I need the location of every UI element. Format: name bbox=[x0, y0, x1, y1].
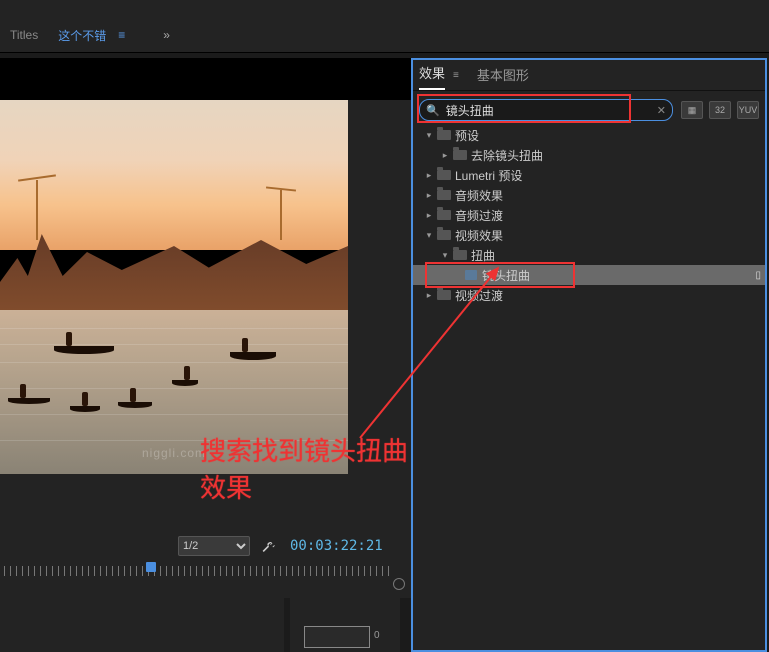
folder-icon bbox=[437, 210, 451, 220]
tab-overflow-icon[interactable]: » bbox=[163, 28, 170, 42]
annotation-text: 搜索找到镜头扭曲效果 bbox=[200, 431, 411, 505]
panel-menu-icon[interactable]: ≡ bbox=[453, 70, 459, 81]
accelerated-fx-icon[interactable]: ▦ bbox=[681, 101, 703, 119]
timecode-display[interactable]: 00:03:22:21 bbox=[290, 538, 383, 554]
settings-icon[interactable] bbox=[262, 538, 276, 555]
timeline-panel-clip[interactable]: 0 bbox=[290, 598, 400, 652]
gpu-badge-icon: ▯ bbox=[755, 270, 761, 281]
effects-panel: 效果 ≡ 基本图形 🔍 ✕ ▦ 32 YUV ▾预设 ▸去除镜头扭曲 ▸Lume… bbox=[411, 58, 767, 652]
timeline-panel-left[interactable] bbox=[0, 598, 284, 652]
32bit-fx-icon[interactable]: 32 bbox=[709, 101, 731, 119]
folder-icon bbox=[437, 130, 451, 140]
tree-remove-lens[interactable]: ▸去除镜头扭曲 bbox=[413, 145, 765, 165]
folder-icon bbox=[453, 150, 467, 160]
clear-search-icon[interactable]: ✕ bbox=[657, 104, 666, 117]
effect-icon bbox=[465, 270, 477, 280]
folder-icon bbox=[437, 190, 451, 200]
tree-audio-tr[interactable]: ▸音频过渡 bbox=[413, 205, 765, 225]
effects-tree: ▾预设 ▸去除镜头扭曲 ▸Lumetri 预设 ▸音频效果 ▸音频过渡 ▾视频效… bbox=[413, 125, 765, 305]
tree-lumetri[interactable]: ▸Lumetri 预设 bbox=[413, 165, 765, 185]
zoom-select[interactable]: 1/2 bbox=[178, 536, 250, 556]
folder-icon bbox=[437, 290, 451, 300]
folder-icon bbox=[453, 250, 467, 260]
timeline-area: 0 bbox=[0, 598, 413, 652]
effects-search-box[interactable]: 🔍 ✕ bbox=[419, 99, 673, 121]
clip-label: 0 bbox=[374, 630, 380, 641]
tab-active[interactable]: 这个不错 bbox=[48, 27, 116, 44]
playback-bar: 1/2 00:03:22:21 bbox=[0, 532, 411, 560]
tab-essential-graphics[interactable]: 基本图形 bbox=[477, 65, 529, 90]
tab-effects[interactable]: 效果 bbox=[419, 63, 445, 90]
tree-lens-distortion[interactable]: 镜头扭曲▯ bbox=[413, 265, 765, 285]
window-title-bar bbox=[0, 0, 769, 19]
tree-audio-fx[interactable]: ▸音频效果 bbox=[413, 185, 765, 205]
folder-icon bbox=[437, 230, 451, 240]
effects-tabs: 效果 ≡ 基本图形 bbox=[413, 60, 765, 91]
tree-video-fx[interactable]: ▾视频效果 bbox=[413, 225, 765, 245]
ruler-end bbox=[393, 578, 405, 590]
tab-titles[interactable]: Titles bbox=[0, 28, 48, 42]
yuv-fx-icon[interactable]: YUV bbox=[737, 101, 759, 119]
search-icon: 🔍 bbox=[426, 104, 440, 117]
tree-distort[interactable]: ▾扭曲 bbox=[413, 245, 765, 265]
video-preview[interactable]: niggli.com bbox=[0, 100, 348, 474]
workspace-tabstrip: Titles 这个不错 ≡ » bbox=[0, 18, 769, 53]
time-ruler[interactable] bbox=[0, 560, 411, 590]
effects-search-input[interactable] bbox=[444, 102, 657, 118]
playhead[interactable] bbox=[146, 562, 156, 572]
tab-menu-icon[interactable]: ≡ bbox=[118, 28, 125, 42]
folder-icon bbox=[437, 170, 451, 180]
tree-video-tr[interactable]: ▸视频过渡 bbox=[413, 285, 765, 305]
tree-presets[interactable]: ▾预设 bbox=[413, 125, 765, 145]
monitor-header bbox=[0, 58, 411, 100]
program-monitor: niggli.com 搜索找到镜头扭曲效果 1/2 00:03:22:21 + bbox=[0, 58, 412, 598]
